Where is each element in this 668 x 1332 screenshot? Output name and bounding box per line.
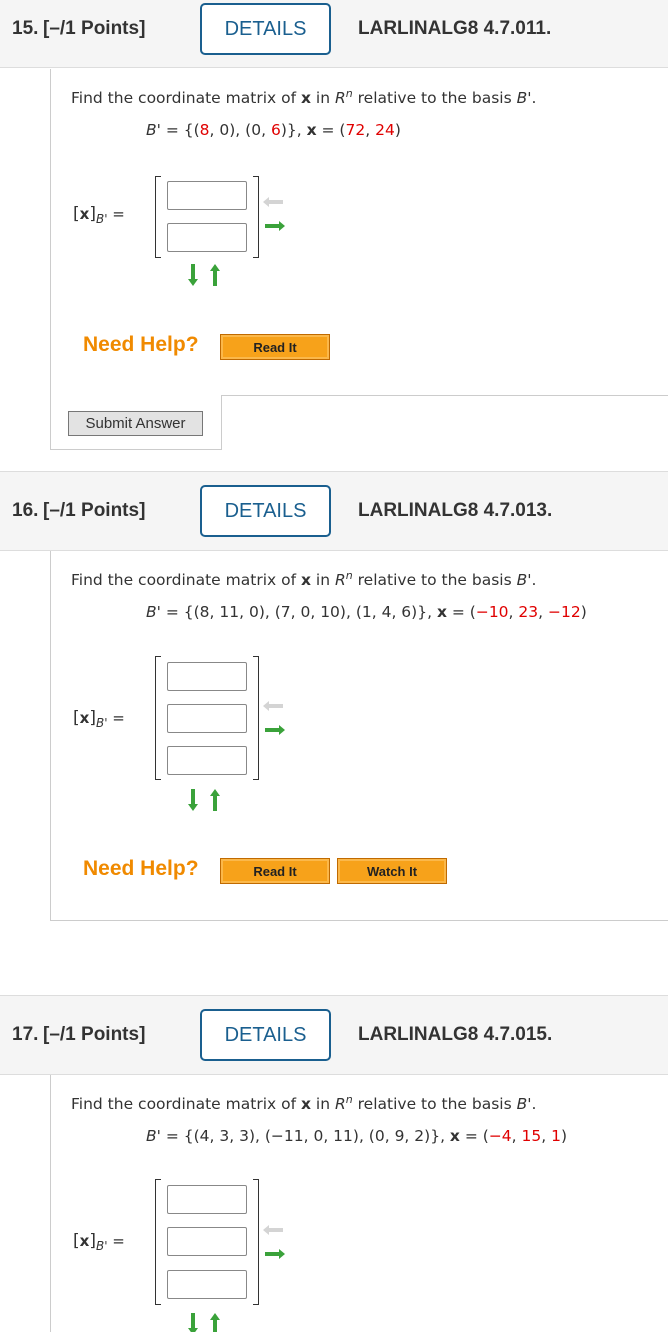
submit-area-divider [221,395,222,450]
question-15-body: Find the coordinate matrix of x in Rn re… [50,69,668,450]
remove-column-arrow-icon[interactable] [263,1225,285,1235]
matrix-input-2[interactable] [167,1227,247,1256]
bracket-left [155,176,161,258]
add-row-arrow-icon [188,1313,198,1332]
matrix-input-1[interactable] [167,662,247,691]
bracket-right [253,176,259,258]
submit-area-divider [221,395,668,396]
question-16-body: Find the coordinate matrix of x in Rn re… [50,551,668,921]
bracket-right [253,1179,259,1305]
question-17-body: Find the coordinate matrix of x in Rn re… [50,1075,668,1332]
basis-formula: B' = {(8, 11, 0), (7, 0, 10), (1, 4, 6)}… [146,603,587,621]
add-row-arrow-icon [188,789,198,811]
bracket-right [253,656,259,780]
remove-row-arrow-icon [210,264,220,286]
bracket-left [155,656,161,780]
question-points: [–/1 Points] [43,18,146,39]
question-prompt: Find the coordinate matrix of x in Rn re… [71,569,537,590]
remove-column-arrow-icon[interactable] [263,701,285,711]
bracket-left [155,1179,161,1305]
remove-row-arrow-icon [210,1313,220,1332]
add-column-arrow-icon[interactable] [263,221,285,231]
add-column-arrow-icon[interactable] [263,725,285,735]
matrix-input-3[interactable] [167,1270,247,1299]
details-button[interactable]: DETAILS [200,1009,331,1061]
question-number: 17. [12,1024,39,1045]
answer-matrix [155,176,259,258]
question-17-header: 17. [–/1 Points] DETAILS LARLINALG8 4.7.… [0,995,668,1075]
matrix-input-1[interactable] [167,181,247,210]
matrix-input-3[interactable] [167,746,247,775]
row-arrows-icon[interactable] [188,264,222,286]
add-column-arrow-icon[interactable] [263,1249,285,1259]
remove-row-arrow-icon [210,789,220,811]
details-button[interactable]: DETAILS [200,485,331,537]
matrix-label: [x]B' = [73,204,125,226]
question-code: LARLINALG8 4.7.011. [358,18,552,39]
need-help-label: Need Help? [83,857,199,880]
matrix-label: [x]B' = [73,708,125,730]
basis-formula: B' = {(4, 3, 3), (−11, 0, 11), (0, 9, 2)… [146,1127,568,1145]
matrix-input-1[interactable] [167,1185,247,1214]
matrix-input-2[interactable] [167,704,247,733]
question-prompt: Find the coordinate matrix of x in Rn re… [71,1093,537,1114]
question-code: LARLINALG8 4.7.015. [358,1024,553,1045]
add-row-arrow-icon [188,264,198,286]
basis-formula: B' = {(8, 0), (0, 6)}, x = (72, 24) [146,121,401,139]
question-points: [–/1 Points] [43,1024,146,1045]
question-16-header: 16. [–/1 Points] DETAILS LARLINALG8 4.7.… [0,471,668,551]
submit-answer-button[interactable]: Submit Answer [68,411,203,436]
question-code: LARLINALG8 4.7.013. [358,500,553,521]
read-it-button[interactable]: Read It [220,334,330,360]
answer-matrix [155,656,259,780]
question-number: 15. [12,18,39,39]
matrix-label: [x]B' = [73,1231,125,1253]
question-prompt: Find the coordinate matrix of x in Rn re… [71,87,537,108]
question-points: [–/1 Points] [43,500,146,521]
need-help-label: Need Help? [83,333,199,356]
matrix-input-2[interactable] [167,223,247,252]
body-bottom-border [51,449,222,450]
question-number: 16. [12,500,39,521]
remove-column-arrow-icon[interactable] [263,197,285,207]
answer-matrix [155,1179,259,1305]
details-button[interactable]: DETAILS [200,3,331,55]
question-15-header: 15. [–/1 Points] DETAILS LARLINALG8 4.7.… [0,0,668,68]
row-arrows-icon[interactable] [188,1313,222,1332]
read-it-button[interactable]: Read It [220,858,330,884]
watch-it-button[interactable]: Watch It [337,858,447,884]
row-arrows-icon[interactable] [188,789,222,811]
